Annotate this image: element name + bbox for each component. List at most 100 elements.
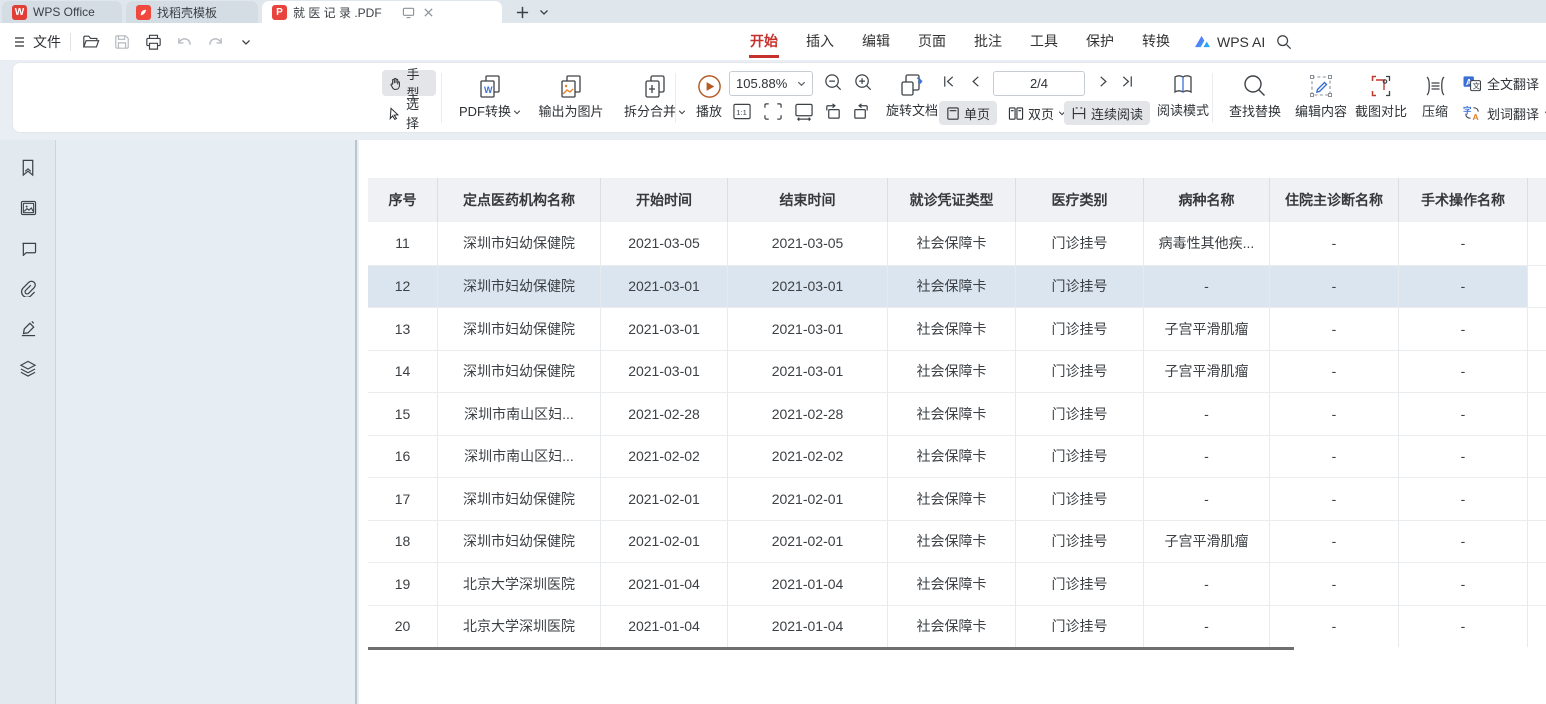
hand-icon: [388, 76, 402, 91]
table-row[interactable]: 11深圳市妇幼保健院2021-03-052021-03-05社会保障卡门诊挂号病…: [368, 222, 1546, 265]
table-cell: 门诊挂号: [1016, 521, 1144, 563]
play-button[interactable]: 播放: [685, 68, 733, 119]
next-page-icon[interactable]: [1098, 74, 1110, 89]
export-image-button[interactable]: 输出为图片: [530, 68, 612, 119]
fit-page-icon[interactable]: [763, 102, 783, 121]
table-header-cell: 定点医药机构名称: [438, 178, 601, 222]
fit-width-icon[interactable]: [794, 102, 814, 121]
play-label: 播放: [696, 104, 722, 119]
select-tool-button[interactable]: 选择: [382, 100, 436, 126]
page-number-input[interactable]: 2/4: [993, 71, 1085, 96]
find-replace-button[interactable]: 查找替换: [1224, 68, 1286, 119]
wps-ai-button[interactable]: WPS AI: [1184, 34, 1275, 50]
first-page-icon[interactable]: [941, 74, 956, 89]
table-row[interactable]: 18深圳市妇幼保健院2021-02-012021-02-01社会保障卡门诊挂号子…: [368, 520, 1546, 563]
side-panel: [57, 140, 357, 704]
tab-document-pdf[interactable]: P 就 医 记 录 .PDF: [262, 1, 502, 23]
rotate-right-icon[interactable]: [851, 102, 871, 121]
save-icon[interactable]: [111, 31, 133, 53]
search-icon[interactable]: [1272, 30, 1296, 54]
file-menu-button[interactable]: 文件: [14, 32, 61, 52]
file-menu-label: 文件: [33, 32, 61, 52]
tab-wps-office[interactable]: W WPS Office: [2, 1, 122, 23]
tab-edit[interactable]: 编辑: [848, 23, 904, 60]
close-tab-icon[interactable]: [423, 7, 434, 18]
table-cell: 北京大学深圳医院: [438, 563, 601, 605]
bookmark-icon[interactable]: [18, 158, 38, 178]
table-row[interactable]: 19北京大学深圳医院2021-01-042021-01-04社会保障卡门诊挂号-…: [368, 562, 1546, 605]
thumbnail-panel-icon[interactable]: [18, 198, 38, 218]
full-translate-button[interactable]: A文 全文翻译: [1462, 71, 1539, 95]
tab-page[interactable]: 页面: [904, 23, 960, 60]
compress-button[interactable]: 压缩: [1412, 68, 1458, 119]
rotate-document-button[interactable]: 旋转文档: [879, 67, 945, 118]
redo-icon[interactable]: [204, 31, 226, 53]
table-cell: 2021-03-01: [601, 351, 728, 393]
split-merge-button[interactable]: 拆分合并: [617, 68, 693, 119]
table-cell: 子宫平滑肌瘤: [1144, 521, 1270, 563]
tab-convert[interactable]: 转换: [1128, 23, 1184, 60]
rotate-left-icon[interactable]: [823, 102, 843, 121]
table-cell: 北京大学深圳医院: [438, 606, 601, 648]
previous-page-icon[interactable]: [969, 74, 981, 89]
table-row[interactable]: 14深圳市妇幼保健院2021-03-012021-03-01社会保障卡门诊挂号子…: [368, 350, 1546, 393]
table-row[interactable]: 17深圳市妇幼保健院2021-02-012021-02-01社会保障卡门诊挂号-…: [368, 477, 1546, 520]
table-cell: 社会保障卡: [888, 308, 1016, 350]
single-page-button[interactable]: 单页: [939, 101, 997, 125]
table-row[interactable]: 12深圳市妇幼保健院2021-03-012021-03-01社会保障卡门诊挂号-…: [368, 265, 1546, 308]
tab-tools[interactable]: 工具: [1016, 23, 1072, 60]
table-cell: -: [1399, 606, 1528, 648]
pdf-convert-icon: W: [476, 68, 504, 104]
tab-annotate[interactable]: 批注: [960, 23, 1016, 60]
table-cell: -: [1144, 266, 1270, 308]
signature-icon[interactable]: [18, 318, 38, 338]
table-cell: 社会保障卡: [888, 222, 1016, 265]
table-row[interactable]: 13深圳市妇幼保健院2021-03-012021-03-01社会保障卡门诊挂号子…: [368, 307, 1546, 350]
word-translate-icon: 字A: [1462, 104, 1482, 122]
edit-content-button[interactable]: 编辑内容: [1290, 68, 1352, 119]
last-page-icon[interactable]: [1120, 74, 1135, 89]
print-icon[interactable]: [142, 31, 164, 53]
actual-size-text: 1:1: [736, 108, 747, 117]
actual-size-icon[interactable]: 1:1: [732, 102, 752, 121]
table-cell: -: [1399, 393, 1528, 435]
tab-docer-templates[interactable]: 找稻壳模板: [126, 1, 258, 23]
zoom-level-select[interactable]: 105.88%: [729, 71, 813, 96]
tab-list-chevron-icon[interactable]: [534, 2, 554, 22]
screenshot-compare-button[interactable]: 截图对比: [1350, 68, 1412, 119]
pdf-convert-button[interactable]: W PDF转换: [453, 68, 527, 119]
zoom-in-icon[interactable]: [853, 72, 874, 93]
table-cell: -: [1270, 308, 1399, 350]
layers-icon[interactable]: [18, 358, 38, 378]
comment-panel-icon[interactable]: [18, 238, 38, 258]
zoom-out-icon[interactable]: [823, 72, 844, 93]
table-cell: 2021-02-02: [601, 436, 728, 478]
edit-content-icon: [1308, 68, 1334, 104]
table-cell: [1528, 436, 1546, 478]
tab-protect[interactable]: 保护: [1072, 23, 1128, 60]
table-cell: [1528, 308, 1546, 350]
tab-home[interactable]: 开始: [736, 23, 792, 60]
table-cell: 2021-03-01: [728, 266, 888, 308]
wps-pdf-window: W WPS Office 找稻壳模板 P 就 医 记 录 .PDF: [0, 0, 1546, 704]
table-cell: 2021-02-01: [601, 478, 728, 520]
word-translate-button[interactable]: 字A 划词翻译: [1462, 101, 1546, 125]
table-row[interactable]: 16深圳市南山区妇...2021-02-022021-02-02社会保障卡门诊挂…: [368, 435, 1546, 478]
table-header-cell: 手术操作名称: [1399, 178, 1528, 222]
continuous-reading-button[interactable]: 连续阅读: [1064, 101, 1150, 125]
table-row[interactable]: 15深圳市南山区妇...2021-02-282021-02-28社会保障卡门诊挂…: [368, 392, 1546, 435]
split-merge-icon: [642, 68, 668, 104]
double-page-button[interactable]: 双页: [1001, 101, 1073, 125]
quick-access-chevron-icon[interactable]: [235, 31, 257, 53]
table-cell: 2021-03-01: [728, 351, 888, 393]
float-window-icon[interactable]: [402, 6, 415, 19]
reading-mode-button[interactable]: 阅读模式: [1153, 67, 1213, 118]
table-row[interactable]: 20北京大学深圳医院2021-01-042021-01-04社会保障卡门诊挂号-…: [368, 605, 1546, 648]
tab-insert[interactable]: 插入: [792, 23, 848, 60]
new-tab-icon[interactable]: [512, 2, 532, 22]
undo-icon[interactable]: [173, 31, 195, 53]
attachment-icon[interactable]: [18, 278, 38, 298]
hand-tool-button[interactable]: 手型: [382, 70, 436, 96]
open-file-icon[interactable]: [80, 31, 102, 53]
svg-text:字: 字: [1463, 105, 1472, 115]
